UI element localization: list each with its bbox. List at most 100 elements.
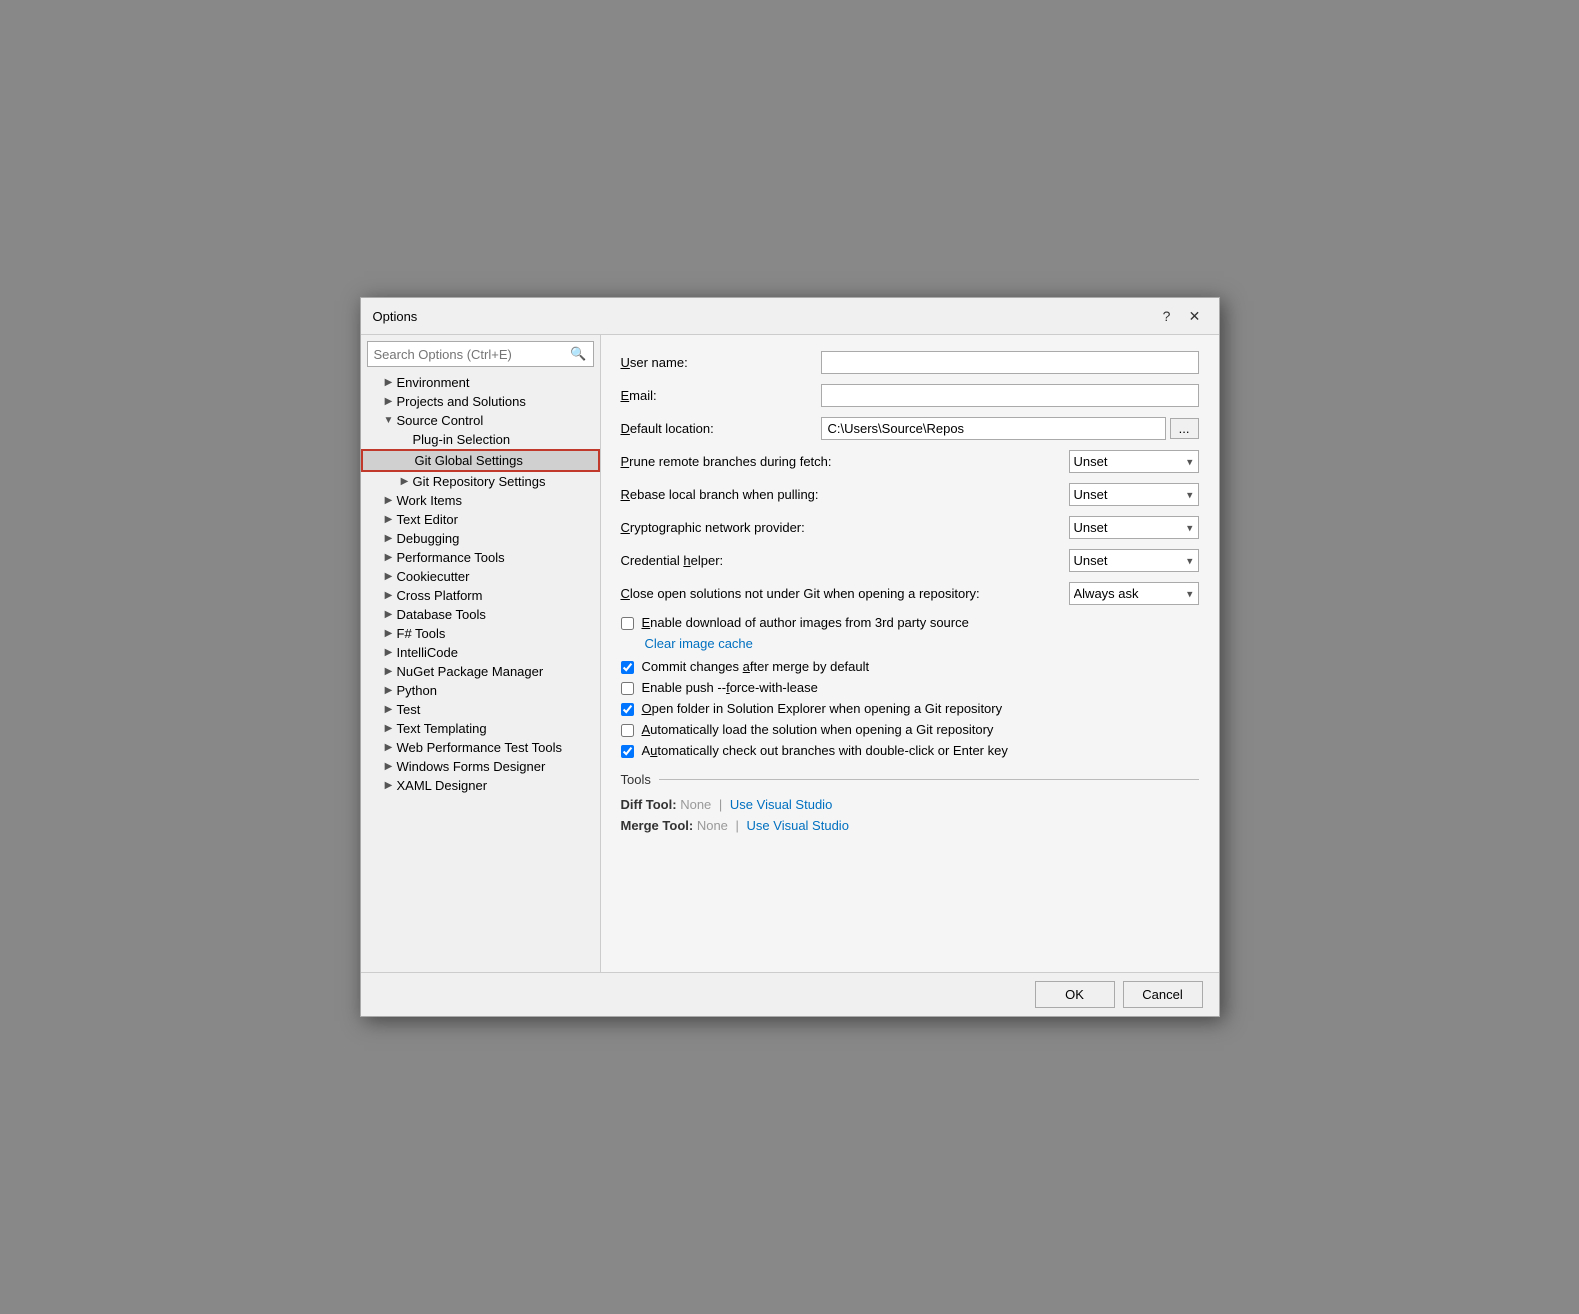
tree-item-git-repo-settings[interactable]: ▶ Git Repository Settings <box>361 472 600 491</box>
crypto-dropdown[interactable]: Unset OpenSSL Schannel <box>1069 516 1199 539</box>
default-location-label: Default location: <box>621 421 821 436</box>
tree-item-python[interactable]: ▶ Python <box>361 681 600 700</box>
tree-item-nuget[interactable]: ▶ NuGet Package Manager <box>361 662 600 681</box>
tree-label-cookiecutter: Cookiecutter <box>397 569 596 584</box>
tree-item-performance-tools[interactable]: ▶ Performance Tools <box>361 548 600 567</box>
tree-arrow-xaml: ▶ <box>381 780 397 791</box>
tree-item-cross-platform[interactable]: ▶ Cross Platform <box>361 586 600 605</box>
crypto-row: Cryptographic network provider: Unset Op… <box>621 516 1199 539</box>
clear-cache-row: Clear image cache <box>621 636 1199 651</box>
tree-item-work-items[interactable]: ▶ Work Items <box>361 491 600 510</box>
auto-load-label: Automatically load the solution when ope… <box>642 722 994 737</box>
tree-item-plugin-selection[interactable]: Plug-in Selection <box>361 430 600 449</box>
search-box[interactable]: 🔍 <box>367 341 594 367</box>
tree-label-source-control: Source Control <box>397 413 596 428</box>
tree-arrow-test: ▶ <box>381 704 397 715</box>
crypto-label: Cryptographic network provider: <box>621 520 1069 535</box>
close-button[interactable]: ✕ <box>1183 306 1207 326</box>
tree-label-cross-platform: Cross Platform <box>397 588 596 603</box>
tree-label-web-performance: Web Performance Test Tools <box>397 740 596 755</box>
diff-tool-row: Diff Tool: None | Use Visual Studio <box>621 797 1199 812</box>
tree-item-web-performance[interactable]: ▶ Web Performance Test Tools <box>361 738 600 757</box>
tools-section-label: Tools <box>621 772 651 787</box>
tree-item-test[interactable]: ▶ Test <box>361 700 600 719</box>
tree-label-work-items: Work Items <box>397 493 596 508</box>
tree-arrow-python: ▶ <box>381 685 397 696</box>
prune-row: Prune remote branches during fetch: Unse… <box>621 450 1199 473</box>
auto-checkout-row: Automatically check out branches with do… <box>621 743 1199 758</box>
close-solutions-dropdown-wrapper: Always ask Yes No <box>1069 582 1199 605</box>
username-input[interactable] <box>821 351 1199 374</box>
help-button[interactable]: ? <box>1155 306 1179 326</box>
close-solutions-dropdown[interactable]: Always ask Yes No <box>1069 582 1199 605</box>
right-panel: User name: Email: Default location: ... <box>601 335 1219 972</box>
options-dialog: Options ? ✕ 🔍 ▶ Environment ▶ Project <box>360 297 1220 1017</box>
auto-checkout-label: Automatically check out branches with do… <box>642 743 1008 758</box>
tree-label-xaml: XAML Designer <box>397 778 596 793</box>
open-folder-checkbox[interactable] <box>621 703 634 716</box>
title-bar-buttons: ? ✕ <box>1155 306 1207 326</box>
tree-item-intellicode[interactable]: ▶ IntelliCode <box>361 643 600 662</box>
tree-item-text-templating[interactable]: ▶ Text Templating <box>361 719 600 738</box>
auto-load-row: Automatically load the solution when ope… <box>621 722 1199 737</box>
tree-item-debugging[interactable]: ▶ Debugging <box>361 529 600 548</box>
tree-label-fsharp: F# Tools <box>397 626 596 641</box>
tree-item-projects-and-solutions[interactable]: ▶ Projects and Solutions <box>361 392 600 411</box>
tree-arrow-text-templating: ▶ <box>381 723 397 734</box>
prune-dropdown[interactable]: Unset True False <box>1069 450 1199 473</box>
clear-image-cache-link[interactable]: Clear image cache <box>645 636 753 651</box>
merge-use-vs-link[interactable]: Use Visual Studio <box>747 818 849 833</box>
tools-section-divider: Tools <box>621 772 1199 787</box>
tree-item-environment[interactable]: ▶ Environment <box>361 373 600 392</box>
cancel-button[interactable]: Cancel <box>1123 981 1203 1008</box>
credential-dropdown-wrapper: Unset GCM Core <box>1069 549 1199 572</box>
tree-arrow-text-editor: ▶ <box>381 514 397 525</box>
tree-item-text-editor[interactable]: ▶ Text Editor <box>361 510 600 529</box>
tree-item-database-tools[interactable]: ▶ Database Tools <box>361 605 600 624</box>
tree-item-windows-forms[interactable]: ▶ Windows Forms Designer <box>361 757 600 776</box>
credential-dropdown[interactable]: Unset GCM Core <box>1069 549 1199 572</box>
ok-button[interactable]: OK <box>1035 981 1115 1008</box>
tree-arrow-source-control: ▼ <box>381 415 397 426</box>
email-input[interactable] <box>821 384 1199 407</box>
tree-item-fsharp-tools[interactable]: ▶ F# Tools <box>361 624 600 643</box>
commit-changes-label: Commit changes after merge by default <box>642 659 870 674</box>
tree-label-windows-forms: Windows Forms Designer <box>397 759 596 774</box>
rebase-label: Rebase local branch when pulling: <box>621 487 1069 502</box>
tree-label-intellicode: IntelliCode <box>397 645 596 660</box>
commit-changes-checkbox[interactable] <box>621 661 634 674</box>
dialog-body: 🔍 ▶ Environment ▶ Projects and Solutions… <box>361 335 1219 972</box>
email-row: Email: <box>621 384 1199 407</box>
default-location-input[interactable] <box>821 417 1166 440</box>
tree-item-git-global-settings[interactable]: Git Global Settings <box>361 449 600 472</box>
tree-label-text-templating: Text Templating <box>397 721 596 736</box>
tree-label-git-global: Git Global Settings <box>415 453 594 468</box>
tree-item-xaml-designer[interactable]: ▶ XAML Designer <box>361 776 600 795</box>
rebase-dropdown[interactable]: Unset True False <box>1069 483 1199 506</box>
search-icon: 🔍 <box>564 342 592 366</box>
enable-download-row: Enable download of author images from 3r… <box>621 615 1199 630</box>
enable-download-checkbox[interactable] <box>621 617 634 630</box>
tree-arrow-performance: ▶ <box>381 552 397 563</box>
tree-arrow-nuget: ▶ <box>381 666 397 677</box>
tree-area: ▶ Environment ▶ Projects and Solutions ▼… <box>361 371 600 972</box>
tree-arrow-environment: ▶ <box>381 377 397 388</box>
rebase-dropdown-wrapper: Unset True False <box>1069 483 1199 506</box>
tree-item-source-control[interactable]: ▼ Source Control <box>361 411 600 430</box>
tree-label-environment: Environment <box>397 375 596 390</box>
tree-label-database: Database Tools <box>397 607 596 622</box>
enable-push-label: Enable push --force-with-lease <box>642 680 818 695</box>
tree-arrow-windows-forms: ▶ <box>381 761 397 772</box>
tree-arrow-projects: ▶ <box>381 396 397 407</box>
email-label: Email: <box>621 388 821 403</box>
search-input[interactable] <box>368 343 565 366</box>
auto-load-checkbox[interactable] <box>621 724 634 737</box>
browse-button[interactable]: ... <box>1170 418 1199 439</box>
tree-arrow-database: ▶ <box>381 609 397 620</box>
enable-download-label: Enable download of author images from 3r… <box>642 615 969 630</box>
auto-checkout-checkbox[interactable] <box>621 745 634 758</box>
username-row: User name: <box>621 351 1199 374</box>
tree-item-cookiecutter[interactable]: ▶ Cookiecutter <box>361 567 600 586</box>
enable-push-checkbox[interactable] <box>621 682 634 695</box>
diff-use-vs-link[interactable]: Use Visual Studio <box>730 797 832 812</box>
